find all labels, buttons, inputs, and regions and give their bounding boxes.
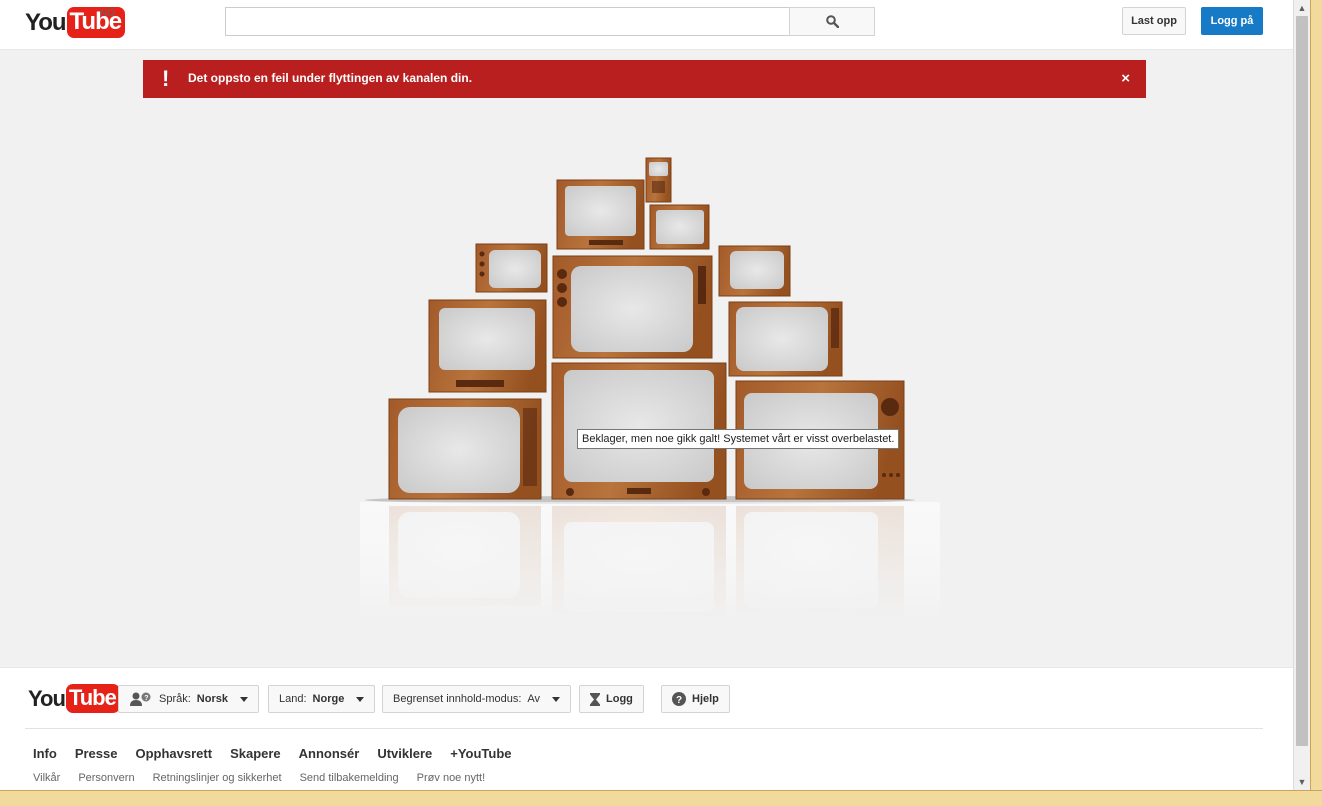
footer-link-advertise[interactable]: Annonsér bbox=[299, 746, 360, 761]
help-label: Hjelp bbox=[692, 693, 719, 705]
svg-text:?: ? bbox=[144, 695, 148, 702]
restricted-mode-label: Begrenset innhold-modus: bbox=[393, 693, 522, 705]
history-button[interactable]: Logg bbox=[579, 685, 644, 713]
sign-in-button[interactable]: Logg på bbox=[1201, 7, 1263, 35]
footer-link-policy-safety[interactable]: Retningslinjer og sikkerhet bbox=[153, 772, 282, 784]
window-frame-right bbox=[1310, 0, 1322, 806]
tv-middle-right bbox=[728, 301, 843, 377]
tv-top-tiny bbox=[645, 157, 672, 203]
chevron-down-icon bbox=[239, 696, 248, 702]
browser-viewport: You Tube NO Last opp Logg på ! Det oppst… bbox=[0, 0, 1310, 790]
footer-link-press[interactable]: Presse bbox=[75, 746, 118, 761]
footer-secondary-links: Vilkår Personvern Retningslinjer og sikk… bbox=[33, 772, 485, 784]
country-value: Norge bbox=[312, 693, 345, 705]
language-picker[interactable]: ? Språk: Norsk bbox=[118, 685, 259, 713]
chevron-down-icon bbox=[552, 696, 561, 702]
footer-link-info[interactable]: Info bbox=[33, 746, 57, 761]
masthead: You Tube NO Last opp Logg på bbox=[0, 0, 1293, 50]
help-icon: ? bbox=[672, 692, 686, 706]
footer: You Tube ? Språk: Norsk Land: Norge Begren… bbox=[0, 667, 1293, 790]
upload-button[interactable]: Last opp bbox=[1122, 7, 1186, 35]
hourglass-icon bbox=[590, 692, 600, 706]
tv-bottom-left bbox=[388, 398, 542, 500]
error-alert: ! Det oppsto en feil under flyttingen av… bbox=[143, 60, 1146, 98]
alert-message: Det oppsto en feil under flyttingen av k… bbox=[188, 71, 473, 85]
tv-upper-right-small bbox=[718, 245, 791, 297]
search-icon bbox=[825, 15, 839, 28]
country-code: NO bbox=[100, 8, 115, 19]
footer-link-terms[interactable]: Vilkår bbox=[33, 772, 60, 784]
footer-logo-tube-text: Tube bbox=[65, 684, 120, 713]
alert-close-button[interactable]: × bbox=[1121, 70, 1130, 87]
tv-middle-center bbox=[552, 255, 713, 359]
scroll-up-arrow-icon[interactable]: ▲ bbox=[1294, 0, 1310, 16]
footer-link-developers[interactable]: Utviklere bbox=[377, 746, 432, 761]
footer-logo-you-text: You bbox=[28, 685, 66, 711]
logo-tube-text: Tube bbox=[66, 7, 126, 38]
tv-upper-left-small bbox=[475, 243, 548, 293]
scroll-down-arrow-icon[interactable]: ▼ bbox=[1294, 774, 1310, 790]
restricted-mode-picker[interactable]: Begrenset innhold-modus: Av bbox=[382, 685, 572, 713]
footer-divider bbox=[25, 728, 1263, 729]
language-people-icon: ? bbox=[130, 692, 151, 706]
broken-tvs-illustration bbox=[360, 157, 940, 620]
footer-link-plus-youtube[interactable]: +YouTube bbox=[450, 746, 511, 761]
language-label: Språk: bbox=[159, 693, 191, 705]
footer-youtube-logo[interactable]: You Tube bbox=[28, 684, 120, 713]
footer-link-try-new[interactable]: Prøv noe nytt! bbox=[417, 772, 485, 784]
tv-middle-left bbox=[428, 299, 547, 393]
scrollbar-thumb[interactable] bbox=[1296, 16, 1308, 746]
search-input[interactable] bbox=[225, 7, 790, 36]
history-label: Logg bbox=[606, 693, 633, 705]
help-button[interactable]: ? Hjelp bbox=[661, 685, 730, 713]
svg-text:?: ? bbox=[676, 695, 682, 706]
alert-exclamation-icon: ! bbox=[162, 66, 170, 91]
restricted-mode-value: Av bbox=[527, 693, 541, 705]
footer-link-creators[interactable]: Skapere bbox=[230, 746, 281, 761]
vertical-scrollbar[interactable]: ▲ ▼ bbox=[1293, 0, 1310, 790]
country-picker[interactable]: Land: Norge bbox=[268, 685, 376, 713]
tv-top-right bbox=[649, 204, 710, 250]
logo-you-text: You bbox=[25, 8, 67, 36]
chevron-down-icon bbox=[356, 696, 365, 702]
footer-link-copyright[interactable]: Opphavsrett bbox=[135, 746, 212, 761]
footer-primary-links: Info Presse Opphavsrett Skapere Annonsér… bbox=[33, 746, 512, 761]
window-frame-bottom bbox=[0, 790, 1322, 806]
search-button[interactable] bbox=[789, 7, 875, 36]
error-tooltip: Beklager, men noe gikk galt! Systemet vå… bbox=[577, 429, 900, 449]
language-value: Norsk bbox=[196, 693, 228, 705]
footer-link-feedback[interactable]: Send tilbakemelding bbox=[300, 772, 399, 784]
country-label: Land: bbox=[279, 693, 307, 705]
footer-link-privacy[interactable]: Personvern bbox=[78, 772, 134, 784]
tv-top-left bbox=[556, 179, 645, 250]
